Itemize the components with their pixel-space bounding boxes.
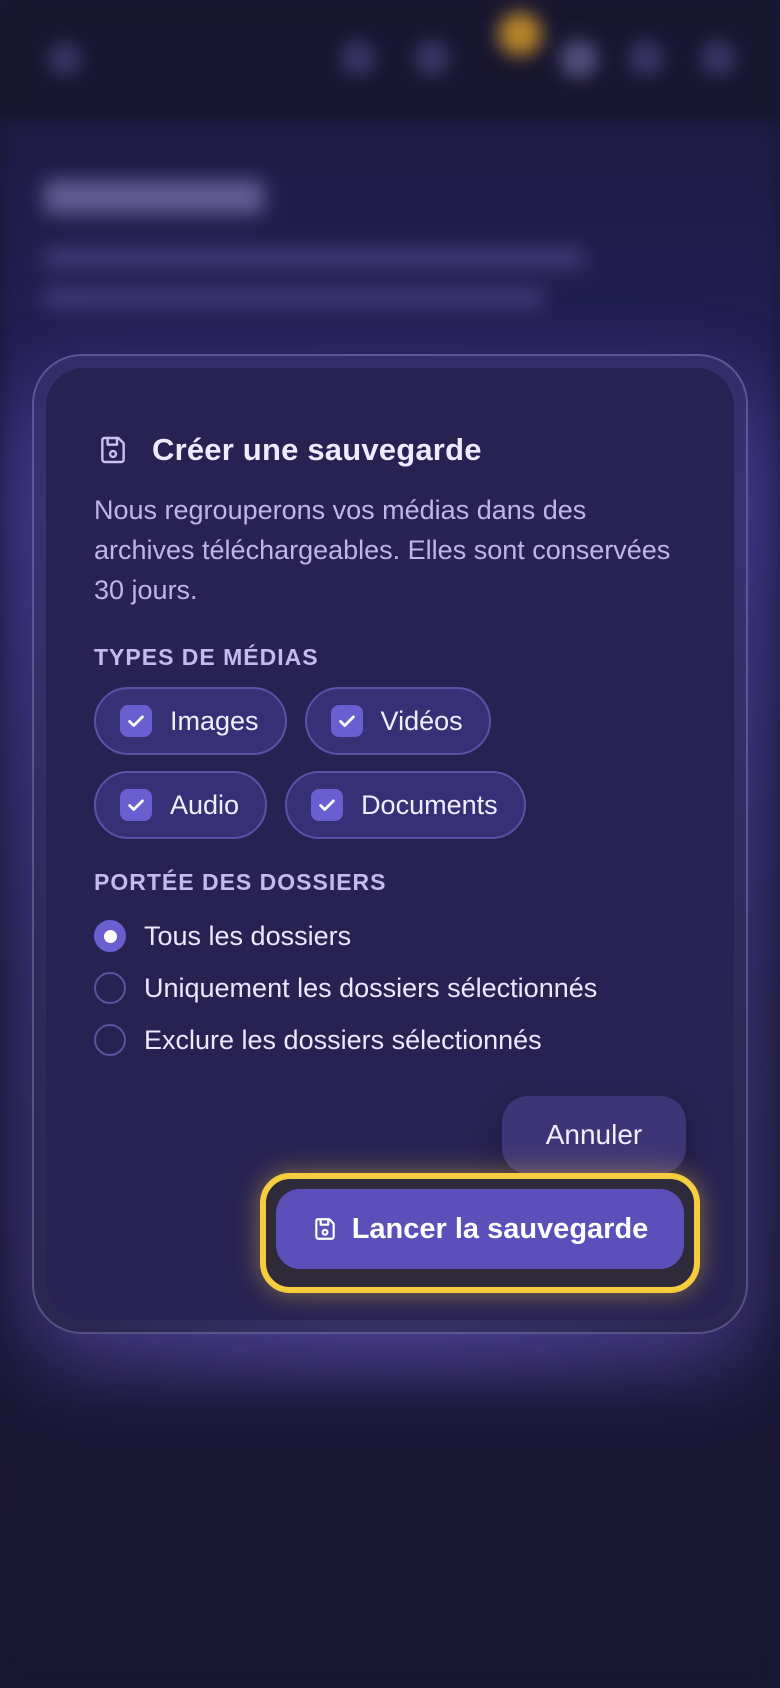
background-text-line [44, 248, 584, 268]
checkbox-checked[interactable] [311, 789, 344, 821]
chip-videos[interactable]: Vidéos [304, 687, 491, 755]
check-icon [338, 715, 355, 727]
background-icon [340, 40, 376, 76]
radio-label: Exclure les dossiers sélectionnés [144, 1024, 542, 1055]
background-icon [414, 40, 450, 76]
check-icon [128, 715, 144, 727]
background-icon [700, 40, 736, 76]
save-icon [96, 433, 130, 467]
dialog-description: Nous regrouperons vos médias dans des ar… [94, 495, 671, 605]
chip-label: Images [170, 705, 259, 736]
chip-label: Documents [361, 789, 498, 820]
background-icon [628, 40, 664, 76]
background-topbar [0, 0, 780, 120]
folder-scope-label: PORTÉE DES DOSSIERS [94, 869, 387, 895]
radio-option-all-folders[interactable]: Tous les dossiers [94, 910, 686, 962]
start-backup-label: Lancer la sauvegarde [351, 1212, 649, 1245]
backup-dialog: Créer une sauvegarde Nous regrouperons v… [46, 368, 734, 1320]
radio-unselected[interactable] [94, 1024, 126, 1056]
background-title [44, 180, 264, 214]
folder-scope-radio-group: Tous les dossiers Uniquement les dossier… [94, 910, 686, 1066]
background-avatar [560, 40, 598, 78]
chip-label: Vidéos [380, 705, 463, 736]
radio-label: Tous les dossiers [144, 920, 352, 951]
checkbox-checked[interactable] [330, 705, 363, 737]
media-types-label: TYPES DE MÉDIAS [94, 644, 319, 670]
radio-option-selected-only[interactable]: Uniquement les dossiers sélectionnés [94, 962, 686, 1014]
chip-audio[interactable]: Audio [94, 771, 268, 839]
checkbox-checked[interactable] [120, 789, 152, 821]
chip-label: Audio [170, 789, 240, 820]
radio-label: Uniquement les dossiers sélectionnés [144, 972, 598, 1003]
dialog-title: Créer une sauvegarde [152, 432, 482, 467]
chip-documents[interactable]: Documents [285, 771, 526, 839]
media-type-chips: Images Vidéos Audio Documents [94, 687, 654, 839]
radio-option-exclude-selected[interactable]: Exclure les dossiers sélectionnés [94, 1014, 686, 1066]
check-icon [128, 799, 144, 811]
background-menu-icon [48, 42, 82, 76]
background-text-line [44, 288, 544, 308]
start-backup-button[interactable]: Lancer la sauvegarde [276, 1189, 684, 1269]
background-notification-icon [498, 12, 542, 56]
cancel-button[interactable]: Annuler [502, 1096, 686, 1174]
checkbox-checked[interactable] [120, 705, 152, 737]
save-icon [312, 1216, 338, 1242]
radio-selected[interactable] [94, 920, 126, 952]
chip-images[interactable]: Images [94, 687, 287, 755]
dialog-header: Créer une sauvegarde [94, 420, 686, 480]
check-icon [319, 799, 335, 811]
radio-unselected[interactable] [94, 972, 126, 1004]
